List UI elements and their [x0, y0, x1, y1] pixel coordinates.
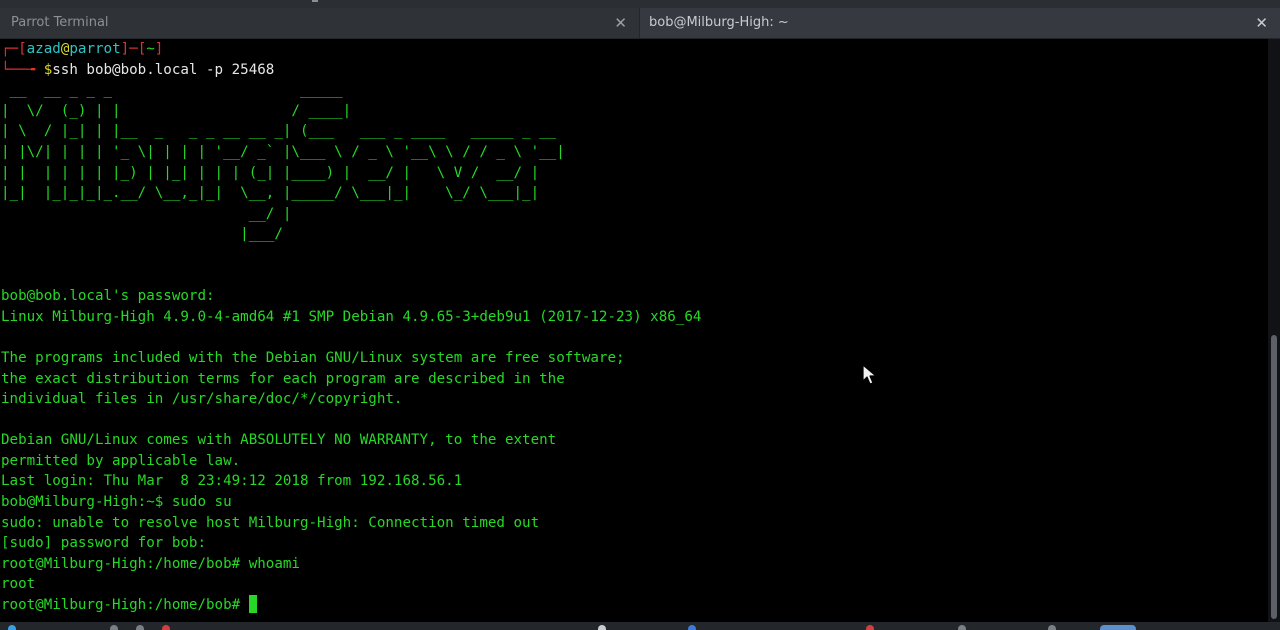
output-line: Debian GNU/Linux comes with ABSOLUTELY N… [1, 432, 557, 449]
tab-title: Parrot Terminal [11, 15, 109, 30]
mouse-pointer-icon [862, 364, 877, 385]
taskbar-app-icon[interactable] [8, 625, 16, 630]
output-line: root@Milburg-High:/home/bob# whoami [1, 555, 300, 572]
banner-line: |___/ [1, 226, 283, 243]
output-line: bob@bob.local's password: [1, 288, 215, 305]
root-prompt: root@Milburg-High:/home/bob# [1, 597, 249, 614]
taskbar-app-icon[interactable] [162, 625, 170, 630]
prompt-separator: ─ [129, 41, 138, 57]
taskbar-app-icon[interactable] [598, 625, 606, 630]
output-line: individual files in /usr/share/doc/*/cop… [1, 391, 403, 408]
ssh-command: ssh bob@bob.local -p 25468 [52, 61, 275, 78]
output-line: [sudo] password for bob: [1, 535, 206, 552]
text-cursor [248, 595, 257, 614]
output-line: Linux Milburg-High 4.9.0-4-amd64 #1 SMP … [1, 308, 702, 325]
banner-line: |_| |_|_|_|_.__/ \__,_|_| \__, |_____/ \… [1, 185, 540, 202]
prompt-directory: ~ [146, 41, 155, 57]
banner-line: __ __ _ _ _ _____ [1, 82, 343, 99]
output-line: sudo: unable to resolve host Milburg-Hig… [1, 514, 540, 531]
tab-bar: Parrot Terminal ✕ bob@Milburg-High: ~ ✕ [0, 8, 1280, 39]
top-strip-marker [312, 0, 318, 2]
prompt-bracket: ] [120, 41, 130, 57]
current-prompt-line[interactable]: root@Milburg-High:/home/bob# [1, 595, 701, 616]
scrollbar-thumb[interactable] [1271, 335, 1277, 619]
taskbar-app-icon[interactable] [1100, 625, 1136, 630]
prompt-bracket: [ [137, 41, 147, 57]
taskbar-app-icon[interactable] [688, 625, 696, 630]
prompt-dollar: $ [43, 61, 53, 78]
banner-line: | \/ (_) | | / ____| [1, 102, 352, 119]
terminal-output-area[interactable]: ┌─[azad@parrot]─[~] └──╼ $ssh bob@bob.loc… [0, 39, 1268, 622]
prompt-corner: └──╼ [1, 61, 44, 78]
window-top-strip [0, 0, 1280, 8]
tab-bob-milburg-high[interactable]: bob@Milburg-High: ~ ✕ [640, 8, 1280, 38]
prompt-bracket: ] [154, 41, 164, 57]
output-line: root [1, 576, 36, 593]
taskbar-app-icon[interactable] [958, 625, 966, 630]
prompt-bracket: [ [18, 41, 27, 57]
tab-title: bob@Milburg-High: ~ [649, 15, 789, 30]
terminal-screen: ┌─[azad@parrot]─[~] └──╼ $ssh bob@bob.loc… [1, 39, 701, 616]
prompt-user: azad [26, 41, 61, 57]
prompt-line-top: ┌─[azad@parrot]─[~] [1, 39, 701, 60]
taskbar-app-icon[interactable] [136, 625, 144, 630]
taskbar-strip [0, 622, 1280, 630]
output-line: bob@Milburg-High:~$ sudo su [1, 494, 232, 511]
banner-line: | | | | | | |_) | |_| | | | (_| |____) |… [1, 164, 540, 181]
prompt-corner: ┌─ [1, 41, 19, 57]
prompt-line-command: └──╼ $ssh bob@bob.local -p 25468 [1, 60, 701, 81]
close-icon[interactable]: ✕ [1255, 8, 1268, 38]
taskbar-app-icon[interactable] [1048, 625, 1056, 630]
output-line: the exact distribution terms for each pr… [1, 370, 565, 387]
output-line: The programs included with the Debian GN… [1, 349, 625, 366]
taskbar-app-icon[interactable] [866, 625, 874, 630]
banner-line: __/ | [1, 205, 292, 222]
close-icon[interactable]: ✕ [614, 8, 627, 38]
prompt-host: parrot [69, 41, 121, 57]
terminal-window: Parrot Terminal ✕ bob@Milburg-High: ~ ✕ … [0, 0, 1280, 630]
banner-line: | \ / |_| | |__ _ _ _ __ __ _| (___ ___ … [1, 123, 557, 140]
output-line: Last login: Thu Mar 8 23:49:12 2018 from… [1, 473, 463, 490]
output-line: permitted by applicable law. [1, 452, 241, 469]
tab-parrot-terminal[interactable]: Parrot Terminal ✕ [0, 8, 640, 38]
banner-line: | |\/| | | | '_ \| | | | '__/ _` |\___ \… [1, 143, 565, 160]
terminal-scrollbar[interactable] [1268, 39, 1280, 622]
taskbar-app-icon[interactable] [110, 625, 118, 630]
